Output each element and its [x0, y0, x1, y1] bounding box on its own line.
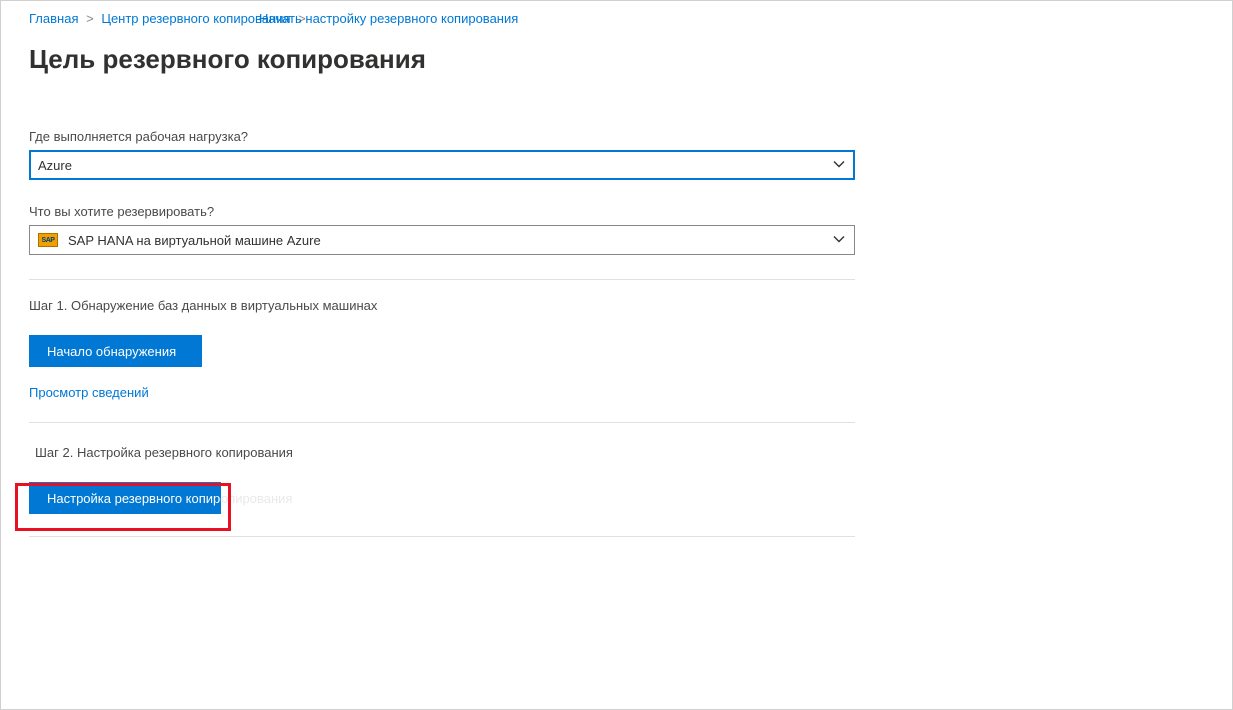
workload-location-label: Где выполняется рабочая нагрузка? — [29, 129, 855, 144]
configure-backup-button[interactable]: Настройка резервного копирования — [29, 482, 221, 514]
chevron-down-icon — [832, 157, 846, 174]
divider — [29, 422, 855, 423]
backup-target-value: SAP HANA на виртуальной машине Azure — [68, 233, 321, 248]
sap-icon: SAP — [38, 233, 58, 247]
workload-location-select[interactable]: Azure — [29, 150, 855, 180]
divider — [29, 279, 855, 280]
step2-section: Шаг 2. Настройка резервного копирования … — [29, 445, 1204, 514]
ghost-trail-text: опирования — [221, 491, 292, 506]
step1-label: Шаг 1. Обнаружение баз данных в виртуаль… — [29, 298, 1204, 313]
step2-label: Шаг 2. Настройка резервного копирования — [35, 445, 1204, 460]
backup-target-select[interactable]: SAP SAP HANA на виртуальной машине Azure — [29, 225, 855, 255]
chevron-down-icon — [832, 232, 846, 249]
breadcrumb-home[interactable]: Главная — [29, 11, 78, 26]
breadcrumb: Главная > Центр резервного копирования >… — [29, 11, 1204, 26]
backup-target-field: Что вы хотите резервировать? SAP SAP HAN… — [29, 204, 855, 255]
divider — [29, 536, 855, 537]
breadcrumb-overlay-text: Начать настройку резервного копирования — [259, 11, 518, 26]
start-discovery-button[interactable]: Начало обнаружения — [29, 335, 202, 367]
start-discovery-button-label: Начало обнаружения — [47, 344, 176, 359]
breadcrumb-separator: > — [86, 11, 94, 26]
configure-backup-button-label: Настройка резервного копирования — [47, 491, 221, 506]
view-details-link[interactable]: Просмотр сведений — [29, 385, 149, 400]
step1-section: Шаг 1. Обнаружение баз данных в виртуаль… — [29, 298, 1204, 400]
backup-target-label: Что вы хотите резервировать? — [29, 204, 855, 219]
page-title: Цель резервного копирования — [29, 44, 1204, 75]
workload-location-value: Azure — [38, 158, 72, 173]
workload-location-field: Где выполняется рабочая нагрузка? Azure — [29, 129, 855, 180]
